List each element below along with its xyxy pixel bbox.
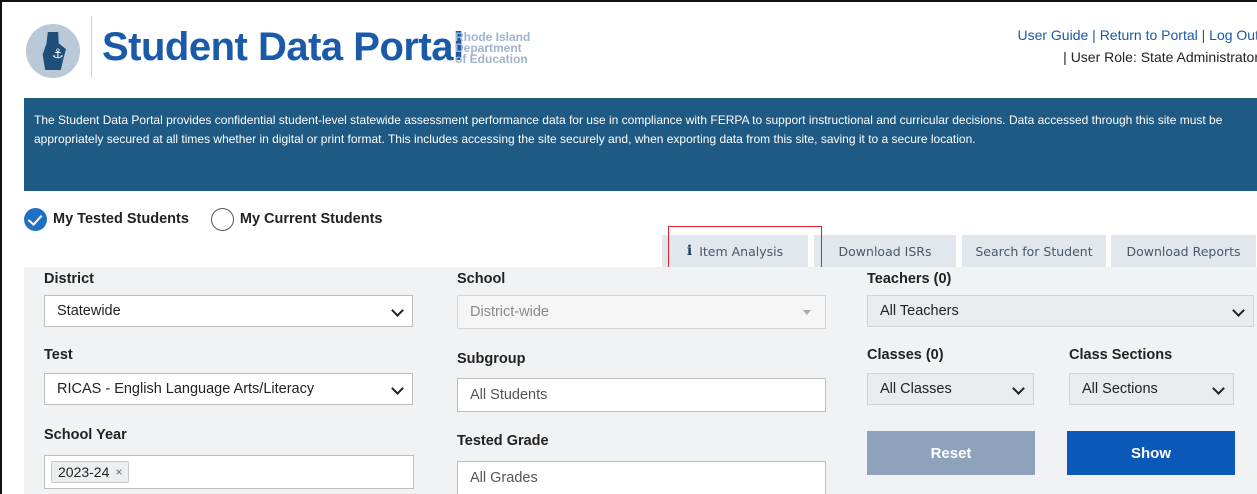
radio-my-current-students[interactable]: My Current Students xyxy=(210,207,383,231)
chevron-down-icon xyxy=(1232,304,1245,317)
tested-grade-value: All Grades xyxy=(470,470,538,486)
teachers-label: Teachers (0) xyxy=(867,271,952,287)
link-separator: | xyxy=(1201,27,1206,43)
test-value: RICAS - English Language Arts/Literacy xyxy=(57,381,315,397)
radio-my-tested-students[interactable]: My Tested Students xyxy=(24,207,189,231)
ferpa-banner: The Student Data Portal provides confide… xyxy=(24,98,1257,191)
org-name: Rhode Island Department of Education xyxy=(455,31,555,66)
logo-divider xyxy=(91,16,92,78)
tab-download-reports[interactable]: Download Reports xyxy=(1111,235,1256,267)
school-year-label: School Year xyxy=(44,427,127,443)
school-year-multiselect[interactable]: 2023-24 × xyxy=(44,455,414,489)
top-links: User Guide | Return to Portal | Log Out xyxy=(1017,27,1257,43)
return-to-portal-link[interactable]: Return to Portal xyxy=(1100,27,1198,43)
ride-logo-icon: ⚓ xyxy=(26,24,80,78)
classes-value: All Classes xyxy=(880,381,952,397)
tab-search-for-student[interactable]: Search for Student xyxy=(962,235,1106,267)
subgroup-label: Subgroup xyxy=(457,351,526,367)
chevron-down-icon xyxy=(1012,382,1025,395)
teachers-value: All Teachers xyxy=(880,303,959,319)
app-frame: ⚓ Student Data Portal Rhode Island Depar… xyxy=(0,0,1257,494)
district-select[interactable]: Statewide xyxy=(44,295,413,327)
tested-grade-select[interactable]: All Grades xyxy=(457,461,826,494)
classes-select[interactable]: All Classes xyxy=(867,373,1034,405)
user-role: | User Role: State Administrator xyxy=(1063,49,1257,65)
class-sections-select[interactable]: All Sections xyxy=(1069,373,1234,405)
classes-label: Classes (0) xyxy=(867,347,944,363)
org-line-3: of Education xyxy=(455,52,528,66)
subgroup-select[interactable]: All Students xyxy=(457,378,826,412)
chevron-down-icon xyxy=(391,304,404,317)
chevron-down-icon xyxy=(1212,382,1225,395)
school-select[interactable]: District-wide xyxy=(457,295,826,329)
site-title: Student Data Portal xyxy=(102,25,464,69)
subgroup-value: All Students xyxy=(470,387,548,403)
link-separator: | xyxy=(1092,27,1096,43)
student-scope-radios: My Tested Students My Current Students xyxy=(24,206,404,232)
district-value: Statewide xyxy=(57,303,121,319)
class-sections-value: All Sections xyxy=(1082,381,1158,397)
radio-label-current: My Current Students xyxy=(239,211,383,227)
close-icon[interactable]: × xyxy=(115,465,122,479)
radio-checked-icon[interactable] xyxy=(24,207,47,231)
show-button[interactable]: Show xyxy=(1067,431,1235,475)
caret-down-icon xyxy=(803,310,811,315)
district-label: District xyxy=(44,271,94,287)
test-label: Test xyxy=(44,347,73,363)
filter-form: District Statewide Test RICAS - English … xyxy=(24,267,1257,494)
anchor-icon: ⚓ xyxy=(52,46,64,61)
chevron-down-icon xyxy=(391,382,404,395)
tested-grade-label: Tested Grade xyxy=(457,433,549,449)
school-year-tag-label: 2023-24 xyxy=(58,464,110,480)
school-year-tag[interactable]: 2023-24 × xyxy=(51,461,130,483)
school-value: District-wide xyxy=(470,304,549,320)
radio-unchecked-icon[interactable] xyxy=(210,207,234,231)
class-sections-label: Class Sections xyxy=(1069,347,1173,363)
radio-label-tested: My Tested Students xyxy=(53,211,189,227)
reset-button[interactable]: Reset xyxy=(867,431,1035,475)
test-select[interactable]: RICAS - English Language Arts/Literacy xyxy=(44,373,413,405)
log-out-link[interactable]: Log Out xyxy=(1209,27,1257,43)
school-label: School xyxy=(457,271,506,287)
user-guide-link[interactable]: User Guide xyxy=(1017,27,1088,43)
tab-download-isrs[interactable]: Download ISRs xyxy=(814,235,956,267)
teachers-select[interactable]: All Teachers xyxy=(867,295,1254,327)
header: ⚓ Student Data Portal Rhode Island Depar… xyxy=(2,2,1257,90)
